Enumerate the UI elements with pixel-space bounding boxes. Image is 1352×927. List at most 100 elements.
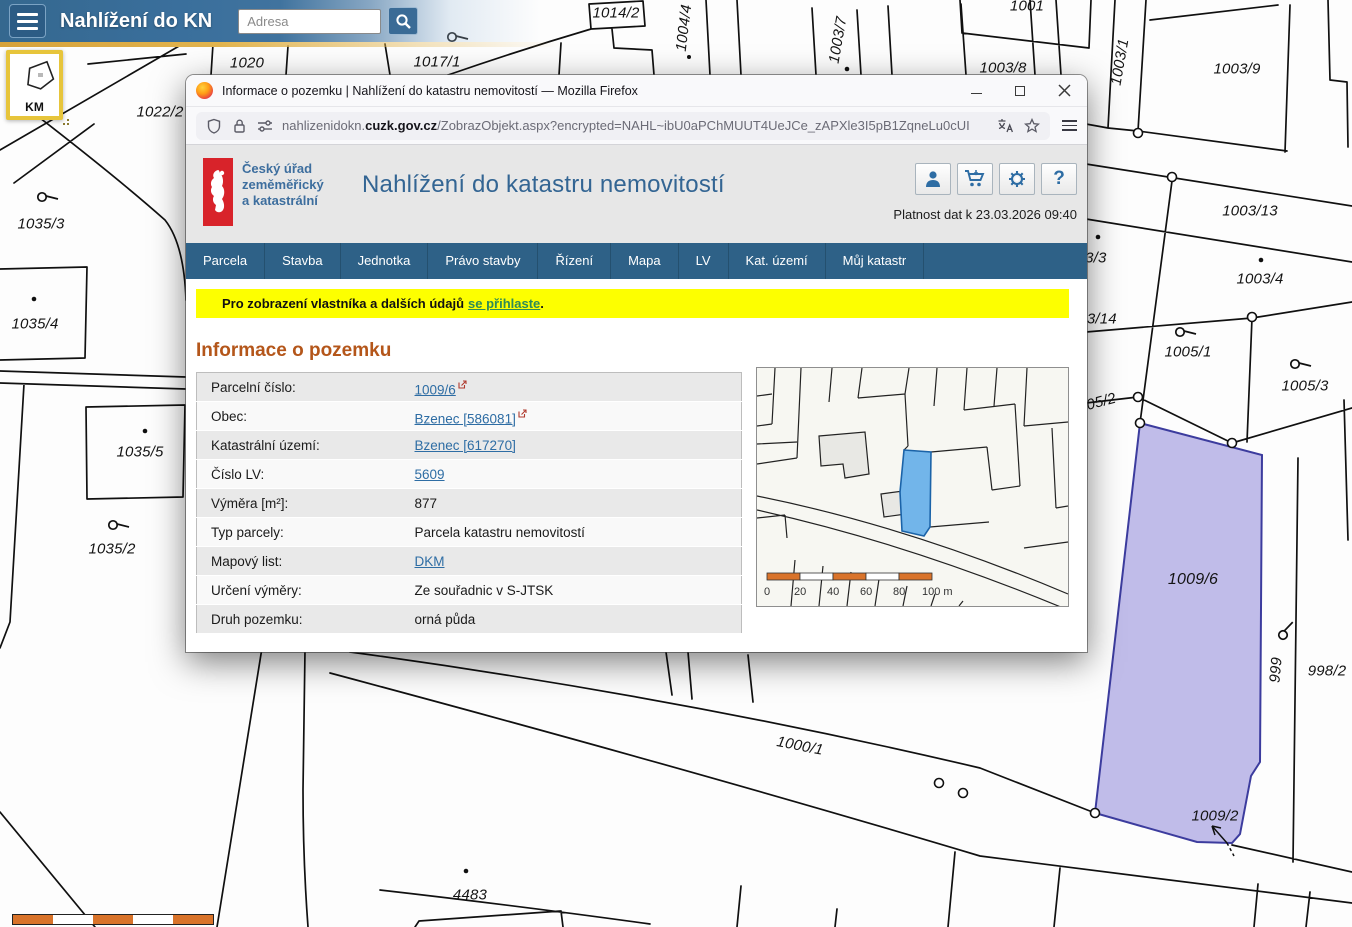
table-row: Katastrální území: Bzenec [617270] <box>197 431 742 460</box>
help-icon: ? <box>1053 168 1065 190</box>
close-icon <box>1058 84 1071 97</box>
map-label: 1003/8 <box>979 60 1026 77</box>
external-link-icon <box>518 406 527 421</box>
table-row: Mapový list: DKM <box>197 547 742 576</box>
login-link[interactable]: se přihlaste <box>468 296 540 311</box>
browser-window: Informace o pozemku | Nahlížení do katas… <box>186 75 1087 652</box>
tab-stavba[interactable]: Stavba <box>265 243 340 279</box>
shield-icon[interactable] <box>206 118 222 134</box>
browser-menu-icon[interactable] <box>1062 120 1077 131</box>
tab-parcela[interactable]: Parcela <box>186 243 265 279</box>
map-label-highlighted: 1009/6 <box>1168 571 1218 589</box>
tab-pravo-stavby[interactable]: Právo stavby <box>428 243 538 279</box>
table-row: Obec: Bzenec [586081] <box>197 402 742 431</box>
map-overview-widget[interactable]: KM <box>6 50 63 120</box>
minimize-button[interactable] <box>969 84 983 98</box>
section-title: Informace o pozemku <box>196 340 1069 362</box>
toolbar-accent-stripe <box>0 42 620 47</box>
map-label: 1022/2 <box>136 104 183 121</box>
parcel-info-table: Parcelní číslo: 1009/6 Obec: Bzenec [586… <box>196 372 742 634</box>
map-label: 1017/1 <box>413 54 460 71</box>
permissions-icon[interactable] <box>257 119 274 133</box>
org-name: Český úřad zeměměřický a katastrální <box>242 161 324 209</box>
map-label: 999 <box>1266 656 1285 683</box>
address-search-input[interactable] <box>238 9 381 34</box>
cart-button[interactable] <box>957 163 993 195</box>
tab-muj-katastr[interactable]: Můj katastr <box>826 243 925 279</box>
map-label: 1003/9 <box>1213 61 1260 78</box>
parcel-minimap[interactable]: 0 20 40 60 80 100 m <box>756 367 1069 607</box>
browser-toolbar: nahlizenidokn.cuzk.gov.cz/ZobrazObjekt.a… <box>186 107 1087 145</box>
table-row: Určení výměry: Ze souřadnic v S-JTSK <box>197 576 742 605</box>
map-label: 998/2 <box>1308 663 1347 680</box>
municipality-link[interactable]: Bzenec [586081] <box>415 411 516 426</box>
cart-icon <box>964 169 986 189</box>
tab-jednotka[interactable]: Jednotka <box>341 243 429 279</box>
map-label: 1020 <box>230 55 264 72</box>
close-button[interactable] <box>1057 84 1071 98</box>
table-row: Výměra [m²]: 877 <box>197 489 742 518</box>
area-value: 877 <box>415 496 438 511</box>
map-label: 1035/3 <box>17 216 64 233</box>
map-sheet-link[interactable]: DKM <box>415 554 445 569</box>
lv-number-link[interactable]: 5609 <box>415 467 445 482</box>
maximize-button[interactable] <box>1013 84 1027 98</box>
tab-rizeni[interactable]: Řízení <box>538 243 611 279</box>
page-title: Nahlížení do katastru nemovitostí <box>362 171 725 199</box>
url-text: nahlizenidokn.cuzk.gov.cz/ZobrazObjekt.a… <box>282 118 989 133</box>
overview-widget-label: KM <box>25 100 44 114</box>
map-label: 4483 <box>453 887 487 904</box>
overview-sketch-icon <box>19 59 57 99</box>
map-label: 1009/2 <box>1191 808 1238 825</box>
minimap-scale-bar <box>767 573 932 580</box>
app-title: Nahlížení do KN <box>60 10 212 33</box>
map-label: 1001 <box>1010 0 1044 15</box>
cuzk-logo[interactable] <box>203 158 233 226</box>
user-account-button[interactable] <box>915 163 951 195</box>
map-scale-bar <box>12 914 214 925</box>
user-icon <box>923 169 943 189</box>
translate-icon[interactable] <box>997 118 1014 133</box>
tab-mapa[interactable]: Mapa <box>611 243 679 279</box>
map-label: 1003/4 <box>1236 271 1283 288</box>
table-row: Parcelní číslo: 1009/6 <box>197 373 742 402</box>
menu-button[interactable] <box>9 4 46 38</box>
table-row: Typ parcely: Parcela katastru nemovitost… <box>197 518 742 547</box>
login-banner: Pro zobrazení vlastníka a dalších údajů … <box>196 289 1069 318</box>
cadastral-area-link[interactable]: Bzenec [617270] <box>415 438 516 453</box>
app-toolbar: Nahlížení do KN <box>0 0 940 42</box>
help-button[interactable]: ? <box>1041 163 1077 195</box>
screen: 1020 1017/1 1022/2 1014/2 1004/4 1003/7 … <box>0 0 1352 927</box>
minimap-highlighted-parcel <box>900 450 931 536</box>
table-row: Číslo LV: 5609 <box>197 460 742 489</box>
tab-lv[interactable]: LV <box>679 243 729 279</box>
window-titlebar[interactable]: Informace o pozemku | Nahlížení do katas… <box>186 75 1087 107</box>
map-label: 1035/5 <box>116 444 163 461</box>
search-icon <box>395 13 412 30</box>
tab-kat-uzemi[interactable]: Kat. území <box>729 243 826 279</box>
parcel-number-link[interactable]: 1009/6 <box>415 382 456 397</box>
map-label: 1005/1 <box>1164 344 1211 361</box>
main-navigation: Parcela Stavba Jednotka Právo stavby Říz… <box>186 243 1087 279</box>
map-label: 1003/13 <box>1222 203 1278 220</box>
site-header: Český úřad zeměměřický a katastrální Nah… <box>186 145 1087 243</box>
land-type-value: orná půda <box>415 612 476 627</box>
window-title: Informace o pozemku | Nahlížení do katas… <box>222 84 969 98</box>
bookmark-star-icon[interactable] <box>1024 118 1040 133</box>
map-label: 1035/4 <box>11 316 58 333</box>
firefox-icon <box>196 82 213 99</box>
map-label: 1005/3 <box>1281 378 1328 395</box>
external-link-icon <box>458 377 467 392</box>
resize-grip-icon[interactable] <box>61 117 69 125</box>
search-button[interactable] <box>388 7 418 35</box>
parcel-type-value: Parcela katastru nemovitostí <box>415 525 585 540</box>
table-row: Druh pozemku: orná půda <box>197 605 742 634</box>
area-determination-value: Ze souřadnic v S-JTSK <box>415 583 554 598</box>
url-bar[interactable]: nahlizenidokn.cuzk.gov.cz/ZobrazObjekt.a… <box>196 112 1050 140</box>
gear-icon <box>1007 169 1027 189</box>
settings-button[interactable] <box>999 163 1035 195</box>
map-label: 1035/2 <box>88 541 135 558</box>
data-validity: Platnost dat k 23.03.2026 09:40 <box>893 207 1077 222</box>
lock-icon[interactable] <box>232 118 247 134</box>
page-content: Pro zobrazení vlastníka a dalších údajů … <box>186 279 1087 652</box>
